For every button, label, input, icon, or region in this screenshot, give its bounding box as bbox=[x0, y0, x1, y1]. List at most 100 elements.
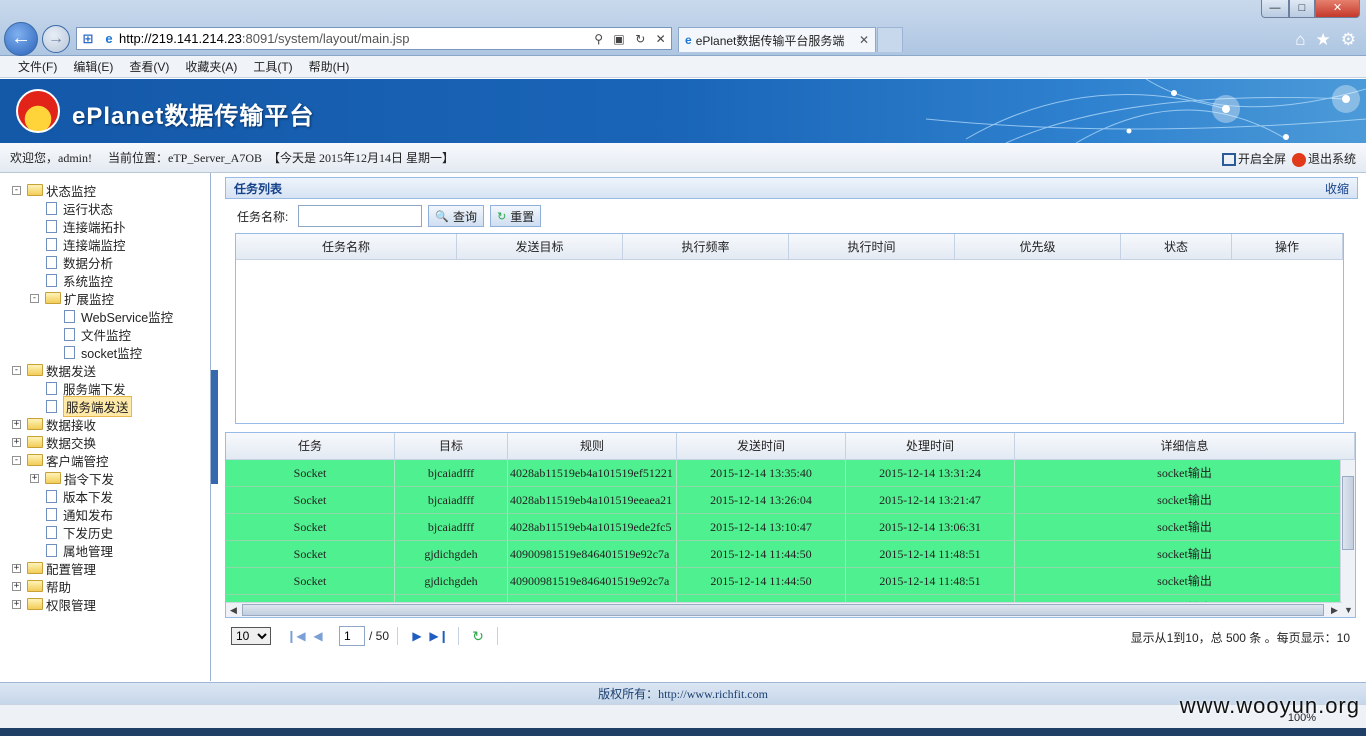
tree-item[interactable]: socket监控 bbox=[0, 343, 210, 361]
address-url[interactable]: http://219.141.214.23:8091/system/layout… bbox=[119, 31, 589, 46]
scroll-left-icon[interactable]: ◀ bbox=[226, 603, 241, 617]
reset-button[interactable]: ↻ 重置 bbox=[490, 205, 542, 227]
expand-icon[interactable]: + bbox=[12, 437, 21, 447]
column-header[interactable]: 发送目标 bbox=[457, 234, 623, 259]
query-button[interactable]: 🔍 查询 bbox=[428, 205, 485, 227]
task-name-input[interactable] bbox=[298, 205, 423, 227]
horizontal-scrollbar[interactable]: ◀ ▶ bbox=[226, 602, 1342, 617]
scroll-right-icon[interactable]: ▶ bbox=[1327, 603, 1342, 617]
column-header[interactable]: 优先级 bbox=[955, 234, 1121, 259]
menu-item[interactable]: 文件(F) bbox=[10, 58, 65, 75]
home-icon[interactable]: ⌂ bbox=[1295, 30, 1305, 50]
scroll-thumb[interactable] bbox=[242, 604, 1324, 616]
tree-item[interactable]: 运行状态 bbox=[0, 199, 210, 217]
back-button[interactable]: ← bbox=[4, 22, 38, 56]
column-header[interactable]: 执行时间 bbox=[789, 234, 955, 259]
close-tab-icon[interactable]: ✕ bbox=[859, 33, 869, 47]
table-row[interactable]: Socket bjcaiadfff 4028ab11519eb4a101519ede… bbox=[226, 514, 1355, 541]
scroll-thumb[interactable] bbox=[1342, 476, 1354, 550]
tree-item[interactable]: 属地管理 bbox=[0, 541, 210, 559]
column-header[interactable]: 处理时间 bbox=[846, 433, 1015, 459]
tree-group-status[interactable]: - 状态监控 bbox=[0, 181, 210, 199]
tree-group-send[interactable]: - 数据发送 bbox=[0, 361, 210, 379]
tree-item[interactable]: 版本下发 bbox=[0, 487, 210, 505]
menu-item[interactable]: 帮助(H) bbox=[301, 58, 358, 75]
column-header[interactable]: 任务 bbox=[226, 433, 395, 459]
last-page-icon[interactable]: ▶❙ bbox=[428, 629, 450, 643]
vertical-scrollbar[interactable]: ▼ bbox=[1340, 460, 1355, 617]
tree-item[interactable]: 通知发布 bbox=[0, 505, 210, 523]
collapse-icon[interactable]: - bbox=[30, 293, 39, 303]
tree-item[interactable]: 文件监控 bbox=[0, 325, 210, 343]
tree-item[interactable]: 连接端监控 bbox=[0, 235, 210, 253]
tree-item[interactable]: 连接端拓扑 bbox=[0, 217, 210, 235]
refresh-grid-icon[interactable]: ↻ bbox=[467, 628, 489, 645]
scroll-down-icon[interactable]: ▼ bbox=[1341, 603, 1355, 617]
collapse-icon[interactable]: - bbox=[12, 185, 21, 195]
refresh-icon[interactable]: ↻ bbox=[635, 32, 645, 46]
tree-group-permission[interactable]: + 权限管理 bbox=[0, 595, 210, 613]
favorites-star-icon[interactable]: ★ bbox=[1316, 30, 1331, 50]
tree-group-help[interactable]: + 帮助 bbox=[0, 577, 210, 595]
collapse-icon[interactable]: - bbox=[12, 365, 21, 375]
tree-item[interactable]: 下发历史 bbox=[0, 523, 210, 541]
column-header[interactable]: 状态 bbox=[1121, 234, 1232, 259]
table-row[interactable]: Socketgjdichgdeh40900981519e846401519e92… bbox=[226, 541, 1355, 568]
expand-icon[interactable]: + bbox=[12, 599, 21, 609]
page-number-input[interactable] bbox=[339, 626, 365, 646]
tree-item[interactable]: 服务端下发 bbox=[0, 379, 210, 397]
column-header[interactable]: 执行频率 bbox=[623, 234, 789, 259]
stop-icon[interactable]: ✕ bbox=[656, 32, 666, 46]
expand-icon[interactable]: + bbox=[12, 563, 21, 573]
menu-item[interactable]: 查看(V) bbox=[121, 58, 177, 75]
expand-icon[interactable]: + bbox=[12, 581, 21, 591]
table-cell: Socket bbox=[226, 568, 395, 594]
column-header[interactable]: 任务名称 bbox=[236, 234, 457, 259]
table-row[interactable]: Socketgjdichgdeh40900981519e846401519e92… bbox=[226, 568, 1355, 595]
prev-page-icon[interactable]: ◀ bbox=[307, 629, 329, 643]
add-favorite-icon[interactable]: ⊞ bbox=[77, 31, 99, 47]
new-tab-button[interactable] bbox=[877, 27, 903, 52]
collapse-link[interactable]: 收缩 bbox=[1325, 180, 1349, 197]
table-row[interactable]: Socket bjcaiadfff 4028ab11519eb4a101519ef5… bbox=[226, 460, 1355, 487]
tree-item-selected[interactable]: 服务端发送 bbox=[0, 395, 210, 417]
maximize-button[interactable]: □ bbox=[1289, 0, 1315, 18]
tree-group-exchange[interactable]: + 数据交换 bbox=[0, 433, 210, 451]
tree-group-receive[interactable]: + 数据接收 bbox=[0, 415, 210, 433]
exit-link[interactable]: 退出系统 bbox=[1291, 150, 1356, 167]
tree-group-client[interactable]: - 客户端管控 bbox=[0, 451, 210, 469]
settings-gear-icon[interactable]: ⚙ bbox=[1341, 30, 1356, 50]
expand-icon[interactable]: + bbox=[12, 419, 21, 429]
collapse-icon[interactable]: - bbox=[12, 455, 21, 465]
column-header[interactable]: 操作 bbox=[1232, 234, 1343, 259]
menu-item[interactable]: 收藏夹(A) bbox=[177, 58, 245, 75]
page-size-select[interactable]: 10 bbox=[231, 627, 271, 645]
tree-item[interactable]: WebService监控 bbox=[0, 307, 210, 325]
tree-subgroup-command[interactable]: + 指令下发 bbox=[0, 469, 210, 487]
column-header[interactable]: 规则 bbox=[508, 433, 677, 459]
next-page-icon[interactable]: ▶ bbox=[406, 629, 428, 643]
minimize-button[interactable]: — bbox=[1261, 0, 1289, 18]
first-page-icon[interactable]: ❙◀ bbox=[285, 629, 307, 643]
column-header[interactable]: 详细信息 bbox=[1015, 433, 1355, 459]
tree-item[interactable]: 系统监控 bbox=[0, 271, 210, 289]
close-window-button[interactable]: ✕ bbox=[1315, 0, 1360, 18]
expand-icon[interactable]: + bbox=[30, 473, 39, 483]
fullscreen-link[interactable]: 开启全屏 bbox=[1221, 150, 1286, 167]
column-header[interactable]: 发送时间 bbox=[677, 433, 846, 459]
tree-label: 帮助 bbox=[46, 580, 72, 595]
menu-item[interactable]: 工具(T) bbox=[245, 58, 300, 75]
tree-subgroup-extended[interactable]: - 扩展监控 bbox=[0, 289, 210, 307]
column-header[interactable]: 目标 bbox=[395, 433, 508, 459]
sidebar-collapse-handle[interactable] bbox=[211, 370, 218, 484]
search-icon[interactable]: ⚲ bbox=[594, 32, 603, 46]
table-cell: 2015-12-14 13:06:31 bbox=[846, 514, 1015, 540]
address-bar[interactable]: ⊞ e http://219.141.214.23:8091/system/la… bbox=[76, 27, 672, 50]
tree-group-config[interactable]: + 配置管理 bbox=[0, 559, 210, 577]
forward-button[interactable]: → bbox=[42, 25, 70, 53]
menu-item[interactable]: 编辑(E) bbox=[65, 58, 121, 75]
tree-item[interactable]: 数据分析 bbox=[0, 253, 210, 271]
table-row[interactable]: Socket bjcaiadfff 4028ab11519eb4a101519eea… bbox=[226, 487, 1355, 514]
compat-view-icon[interactable]: ▣ bbox=[613, 32, 624, 46]
browser-tab[interactable]: e ePlanet数据传输平台服务端 ✕ bbox=[678, 27, 876, 52]
